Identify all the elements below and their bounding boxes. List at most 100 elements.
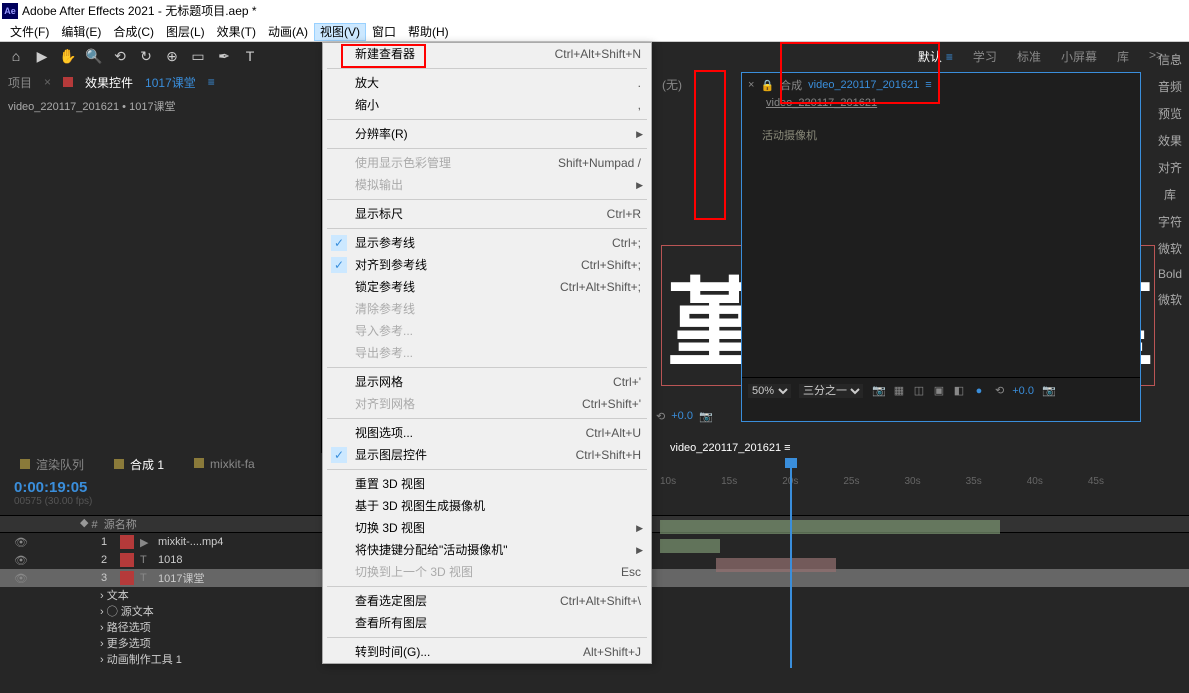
panel-tab[interactable]: 库 <box>1164 186 1176 203</box>
panel-tab[interactable]: 预览 <box>1158 105 1182 122</box>
menu-item[interactable]: 分辨率(R) <box>323 123 651 145</box>
workspace-2[interactable]: 标准 <box>1017 48 1041 65</box>
orbit-tool-icon[interactable]: ⟲ <box>110 46 130 66</box>
menu-item[interactable]: 缩小, <box>323 94 651 116</box>
menu-item[interactable]: 将快捷键分配给"活动摄像机" <box>323 539 651 561</box>
workspace-1[interactable]: 学习 <box>973 48 997 65</box>
panel-tab[interactable]: 微软 <box>1158 240 1182 257</box>
rotate-tool-icon[interactable]: ↻ <box>136 46 156 66</box>
timeline-tab[interactable]: 合成 1 <box>114 456 164 473</box>
panel-subtitle: video_220117_201621 • 1017课堂 <box>0 94 321 118</box>
viewer-canvas[interactable]: 活动摄像机 <box>742 117 1140 377</box>
zoom-select[interactable]: 50% <box>748 384 791 398</box>
timeline-tab[interactable]: 渲染队列 <box>20 456 84 473</box>
timecode-display[interactable]: 0:00:19:05 <box>14 479 308 496</box>
mask-toggle-icon[interactable]: ◫ <box>911 383 927 399</box>
menu-0[interactable]: 文件(F) <box>4 23 55 41</box>
lock-icon[interactable]: 🔒 <box>760 79 774 92</box>
workspace-0[interactable]: 默认≡ <box>918 48 953 65</box>
selection-tool-icon[interactable]: ▶ <box>32 46 52 66</box>
layer-color-icon <box>63 77 73 87</box>
panel-tab[interactable]: 对齐 <box>1158 159 1182 176</box>
menu-item[interactable]: 新建查看器Ctrl+Alt+Shift+N <box>323 43 651 65</box>
menu-8[interactable]: 帮助(H) <box>402 23 455 41</box>
panel-menu-icon[interactable]: ≡ <box>208 75 215 89</box>
region-icon[interactable]: ◧ <box>951 383 967 399</box>
menu-6[interactable]: 视图(V) <box>314 23 366 41</box>
layer-swatch-icon[interactable]: ◆ <box>80 516 88 532</box>
camera-icon[interactable]: 📷 <box>871 383 887 399</box>
panel-tab[interactable]: 效果 <box>1158 132 1182 149</box>
viewer-breadcrumb[interactable]: video_220117_201621 <box>742 97 1140 117</box>
channel-icon[interactable]: ● <box>971 383 987 399</box>
menu-item[interactable]: 基于 3D 视图生成摄像机 <box>323 495 651 517</box>
viewer-none-label: (无) <box>662 76 682 93</box>
menu-1[interactable]: 编辑(E) <box>55 23 107 41</box>
menu-item[interactable]: 对齐到参考线Ctrl+Shift+; <box>323 254 651 276</box>
panel-tab[interactable]: Bold <box>1158 267 1182 281</box>
rotate-2-icon[interactable]: ⟲ <box>656 410 665 423</box>
track-bar-2[interactable] <box>660 539 720 553</box>
menu-5[interactable]: 动画(A) <box>262 23 314 41</box>
exposure-main[interactable]: +0.0 <box>671 410 693 422</box>
anchor-tool-icon[interactable]: ⊕ <box>162 46 182 66</box>
viewer-comp-link[interactable]: video_220117_201621 <box>808 79 919 91</box>
frame-display: 00575 (30.00 fps) <box>14 496 308 507</box>
panel-tab[interactable]: 音频 <box>1158 78 1182 95</box>
zoom-tool-icon[interactable]: 🔍 <box>84 46 104 66</box>
menu-item[interactable]: 锁定参考线Ctrl+Alt+Shift+; <box>323 276 651 298</box>
text-tool-icon[interactable]: T <box>240 46 260 66</box>
menu-item[interactable]: 显示网格Ctrl+' <box>323 371 651 393</box>
titlebar: Ae Adobe After Effects 2021 - 无标题项目.aep … <box>0 0 1189 22</box>
hand-tool-icon[interactable]: ✋ <box>58 46 78 66</box>
rotate-icon[interactable]: ⟲ <box>995 384 1004 397</box>
close-viewer-icon[interactable]: × <box>748 79 754 91</box>
panel-tab[interactable]: 字符 <box>1158 213 1182 230</box>
active-camera-label: 活动摄像机 <box>762 127 817 143</box>
menu-item[interactable]: 转到时间(G)...Alt+Shift+J <box>323 641 651 663</box>
menu-item[interactable]: 显示参考线Ctrl+; <box>323 232 651 254</box>
transparency-icon[interactable]: ▣ <box>931 383 947 399</box>
time-ruler[interactable]: 10s15s20s25s30s35s40s45s <box>660 476 1149 494</box>
playhead[interactable] <box>790 458 792 668</box>
menu-4[interactable]: 效果(T) <box>211 23 262 41</box>
workspace-3[interactable]: 小屏幕 <box>1061 48 1097 65</box>
menu-item: 清除参考线 <box>323 298 651 320</box>
grid-toggle-icon[interactable]: ▦ <box>891 383 907 399</box>
menu-2[interactable]: 合成(C) <box>107 23 160 41</box>
floating-viewer: × 🔒 合成 video_220117_201621 ≡ video_22011… <box>741 72 1141 422</box>
viewer-menu-icon[interactable]: ≡ <box>925 79 931 91</box>
close-tab-icon[interactable]: × <box>44 75 51 89</box>
snapshot-icon[interactable]: 📷 <box>1042 384 1056 397</box>
timeline-tab[interactable]: mixkit-fa <box>194 457 255 471</box>
workspace-4[interactable]: 库 <box>1117 48 1129 65</box>
track-bar-1[interactable] <box>660 520 1000 534</box>
menu-item[interactable]: 查看所有图层 <box>323 612 651 634</box>
track-bar-3[interactable] <box>716 558 836 572</box>
snapshot-2-icon[interactable]: 📷 <box>699 410 713 423</box>
menu-item[interactable]: 切换 3D 视图 <box>323 517 651 539</box>
home-icon[interactable]: ⌂ <box>6 46 26 66</box>
menu-3[interactable]: 图层(L) <box>160 23 211 41</box>
panel-tab[interactable]: 微软 <box>1158 291 1182 308</box>
exposure-value[interactable]: +0.0 <box>1012 385 1034 397</box>
project-tab[interactable]: 项目 <box>8 74 32 91</box>
menu-item: 导入参考... <box>323 320 651 342</box>
fx-controls-tab[interactable]: 效果控件 <box>85 74 133 91</box>
menu-item[interactable]: 查看选定图层Ctrl+Alt+Shift+\ <box>323 590 651 612</box>
menu-item[interactable]: 视图选项...Ctrl+Alt+U <box>323 422 651 444</box>
fx-layer-link[interactable]: 1017课堂 <box>145 74 196 91</box>
pen-tool-icon[interactable]: ✒ <box>214 46 234 66</box>
panel-tab[interactable]: 信息 <box>1158 51 1182 68</box>
menu-7[interactable]: 窗口 <box>366 23 402 41</box>
timeline-extra-tab[interactable]: video_220117_201621 ≡ <box>670 442 791 454</box>
menu-item: 切换到上一个 3D 视图Esc <box>323 561 651 583</box>
menu-item: 模拟输出 <box>323 174 651 196</box>
shape-tool-icon[interactable]: ▭ <box>188 46 208 66</box>
menu-item[interactable]: 放大. <box>323 72 651 94</box>
menu-item[interactable]: 显示标尺Ctrl+R <box>323 203 651 225</box>
menu-item[interactable]: 显示图层控件Ctrl+Shift+H <box>323 444 651 466</box>
menu-item[interactable]: 重置 3D 视图 <box>323 473 651 495</box>
menubar[interactable]: 文件(F)编辑(E)合成(C)图层(L)效果(T)动画(A)视图(V)窗口帮助(… <box>0 22 1189 42</box>
resolution-select[interactable]: 三分之一 <box>799 384 863 398</box>
